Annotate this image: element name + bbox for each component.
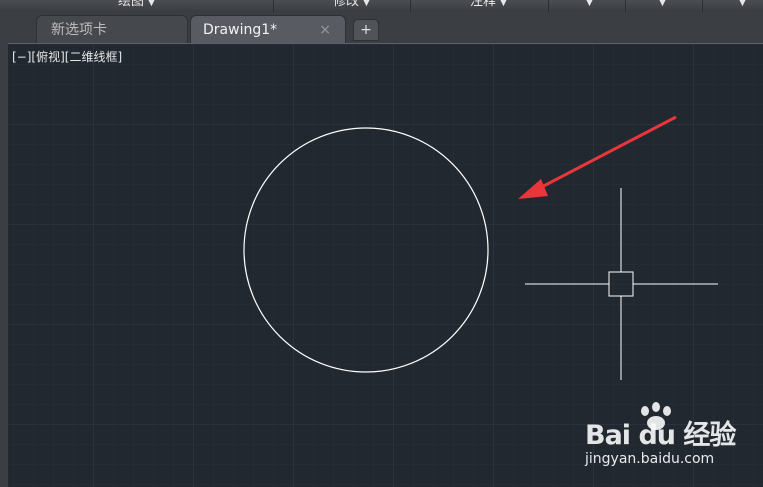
panel-divider xyxy=(625,0,626,12)
watermark-url: jingyan.baidu.com xyxy=(585,451,715,467)
chevron-down-icon: ▼ xyxy=(659,0,666,8)
plus-icon: + xyxy=(360,22,372,38)
tab-drawing1[interactable]: Drawing1* × xyxy=(190,15,346,43)
chevron-down-icon: ▼ xyxy=(500,0,507,8)
tab-label: Drawing1* xyxy=(203,22,278,38)
viewport-control-label[interactable]: [−][俯视][二维线框] xyxy=(12,50,122,64)
panel-divider xyxy=(273,0,274,12)
close-icon[interactable]: × xyxy=(319,16,331,44)
file-tab-bar: 新选项卡 Drawing1* × xyxy=(0,12,763,44)
panel-divider xyxy=(410,0,411,12)
window-frame-left xyxy=(0,12,8,487)
watermark-logo: Bai du 经验 xyxy=(585,420,736,451)
baidu-watermark: Bai du 经验 jingyan.baidu.com xyxy=(585,402,755,475)
panel-divider xyxy=(548,0,549,12)
add-tab-button[interactable]: + xyxy=(353,19,379,41)
chevron-down-icon: ▼ xyxy=(363,0,370,8)
ribbon-panel-modify[interactable]: 修改 ▼ xyxy=(333,0,370,10)
chevron-down-icon: ▼ xyxy=(739,0,746,8)
ribbon-expand-button[interactable]: ▼ xyxy=(582,0,593,10)
tab-new[interactable]: 新选项卡 xyxy=(36,15,188,43)
chevron-down-icon: ▼ xyxy=(586,0,593,8)
panel-divider xyxy=(702,0,703,12)
ribbon-expand-button[interactable]: ▼ xyxy=(735,0,746,10)
ribbon-expand-button[interactable]: ▼ xyxy=(655,0,666,10)
ribbon-panel-annotate[interactable]: 注释 ▼ xyxy=(470,0,507,10)
chevron-down-icon: ▼ xyxy=(148,0,155,8)
tab-label: 新选项卡 xyxy=(51,22,107,38)
ribbon-panel-draw[interactable]: 绘图 ▼ xyxy=(118,0,155,10)
